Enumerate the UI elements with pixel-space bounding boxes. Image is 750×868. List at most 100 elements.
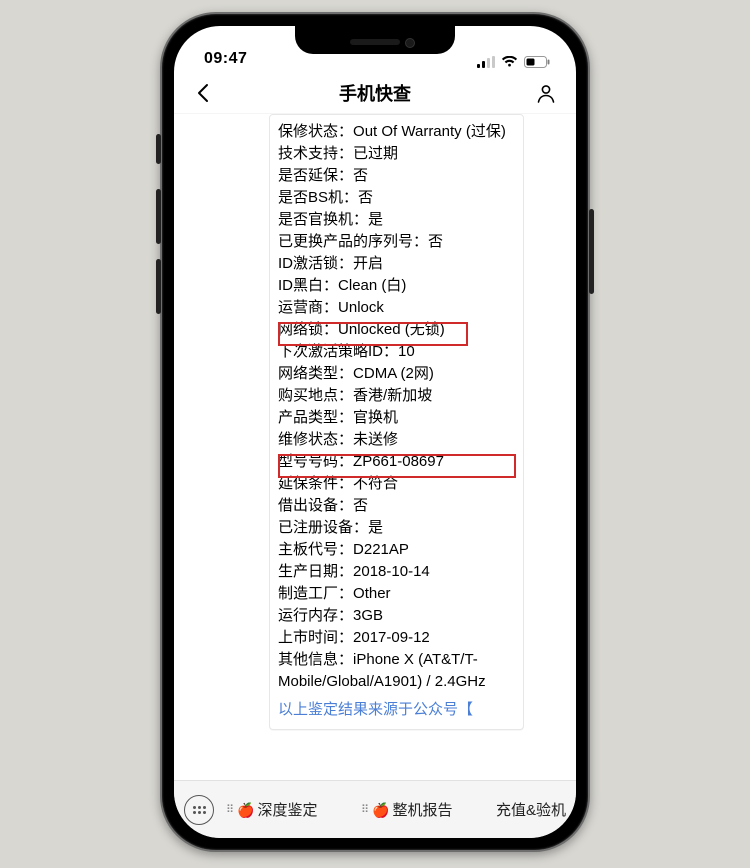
- action-label: 整机报告: [392, 799, 452, 820]
- separator: ：: [338, 453, 353, 470]
- report-label: 网络锁: [278, 321, 323, 338]
- report-row: 已更换产品的序列号：否: [278, 231, 515, 253]
- power-button: [589, 209, 594, 294]
- separator: ：: [323, 321, 338, 338]
- report-row: 是否延保：否: [278, 165, 515, 187]
- report-row: 运行内存：3GB: [278, 605, 515, 627]
- report-label: 购买地点: [278, 387, 338, 404]
- report-value: 是: [368, 211, 383, 228]
- report-label: 借出设备: [278, 497, 338, 514]
- separator: ：: [338, 167, 353, 184]
- separator: ：: [323, 299, 338, 316]
- report-value: ZP661-08697: [353, 453, 444, 470]
- report-label: 型号号码: [278, 453, 338, 470]
- report-row: 维修状态：未送修: [278, 429, 515, 451]
- report-value: 官换机: [353, 409, 398, 426]
- report-value: 3GB: [353, 607, 383, 624]
- keyboard-toggle-button[interactable]: [184, 795, 214, 825]
- report-value: Unlock: [338, 299, 384, 316]
- apple-icon: 🍎: [372, 803, 389, 817]
- report-value: 2018-10-14: [353, 563, 430, 580]
- report-row: 延保条件：不符合: [278, 473, 515, 495]
- report-label: 技术支持: [278, 145, 338, 162]
- separator: ：: [383, 343, 398, 360]
- report-row: 保修状态：Out Of Warranty (过保): [278, 121, 515, 143]
- report-value: Clean (白): [338, 277, 406, 294]
- report-value: 未送修: [353, 431, 398, 448]
- report-label: 制造工厂: [278, 585, 338, 602]
- report-row: 网络类型：CDMA (2网): [278, 363, 515, 385]
- report-row: 下次激活策略ID：10: [278, 341, 515, 363]
- report-row: 型号号码：ZP661-08697: [278, 451, 515, 473]
- report-label: 上市时间: [278, 629, 338, 646]
- action-deep-check[interactable]: ⠿ 🍎 深度鉴定: [226, 799, 318, 820]
- separator: ：: [338, 563, 353, 580]
- report-value: 开启: [353, 255, 383, 272]
- separator: ：: [338, 629, 353, 646]
- report-row: ID黑白：Clean (白): [278, 275, 515, 297]
- separator: ：: [338, 497, 353, 514]
- volume-up-button: [156, 189, 161, 244]
- action-label: 充值&验机: [496, 799, 566, 820]
- report-bubble: 保修状态：Out Of Warranty (过保)技术支持：已过期是否延保：否是…: [269, 114, 524, 730]
- separator: ：: [338, 607, 353, 624]
- separator: ：: [338, 255, 353, 272]
- report-row: 生产日期：2018-10-14: [278, 561, 515, 583]
- separator: ：: [338, 145, 353, 162]
- profile-button[interactable]: [532, 79, 560, 107]
- report-value: CDMA (2网): [353, 365, 434, 382]
- report-label: 已注册设备: [278, 519, 353, 536]
- mute-switch: [156, 134, 161, 164]
- status-icons: [477, 56, 550, 68]
- action-label: 深度鉴定: [258, 799, 318, 820]
- phone-frame: 09:47: [160, 12, 590, 852]
- report-row: 已注册设备：是: [278, 517, 515, 539]
- separator: ：: [338, 123, 353, 140]
- cellular-icon: [477, 56, 495, 68]
- report-value: 否: [353, 497, 368, 514]
- person-icon: [536, 83, 556, 103]
- status-time: 09:47: [204, 50, 247, 68]
- report-row: 是否BS机：否: [278, 187, 515, 209]
- action-full-report[interactable]: ⠿ 🍎 整机报告: [361, 799, 453, 820]
- back-button[interactable]: [188, 78, 218, 108]
- report-row: 其他信息：iPhone X (AT&T/T-Mobile/Global/A190…: [278, 649, 515, 693]
- report-value: 不符合: [353, 475, 398, 492]
- report-row: 主板代号：D221AP: [278, 539, 515, 561]
- report-label: 网络类型: [278, 365, 338, 382]
- battery-icon: [524, 56, 550, 68]
- report-label: ID黑白: [278, 277, 323, 294]
- report-value: Other: [353, 585, 391, 602]
- report-row: ID激活锁：开启: [278, 253, 515, 275]
- action-recharge-verify[interactable]: 充值&验机: [496, 799, 566, 820]
- separator: ：: [338, 431, 353, 448]
- bottom-bar: ⠿ 🍎 深度鉴定 ⠿ 🍎 整机报告 充值&验机: [174, 780, 576, 838]
- page-title: 手机快查: [339, 80, 411, 106]
- report-row: 是否官换机：是: [278, 209, 515, 231]
- separator: ：: [338, 365, 353, 382]
- report-value: Out Of Warranty (过保): [353, 123, 506, 140]
- report-label: ID激活锁: [278, 255, 338, 272]
- report-row: 技术支持：已过期: [278, 143, 515, 165]
- notch: [295, 26, 455, 54]
- report-row: 运营商：Unlock: [278, 297, 515, 319]
- report-label: 延保条件: [278, 475, 338, 492]
- volume-down-button: [156, 259, 161, 314]
- separator: ：: [338, 475, 353, 492]
- screen: 09:47: [174, 26, 576, 838]
- report-value: 否: [358, 189, 373, 206]
- separator: ：: [353, 211, 368, 228]
- report-label: 保修状态: [278, 123, 338, 140]
- report-value: 已过期: [353, 145, 398, 162]
- separator: ：: [338, 541, 353, 558]
- report-value: Unlocked (无锁): [338, 321, 445, 338]
- report-value: 10: [398, 343, 415, 360]
- separator: ：: [338, 409, 353, 426]
- content-area[interactable]: 保修状态：Out Of Warranty (过保)技术支持：已过期是否延保：否是…: [174, 114, 576, 780]
- separator: ：: [323, 277, 338, 294]
- report-label: 其他信息: [278, 651, 338, 668]
- separator: ：: [413, 233, 428, 250]
- keyboard-icon: [193, 806, 206, 814]
- report-footnote[interactable]: 以上鉴定结果来源于公众号【: [278, 699, 515, 721]
- report-label: 运营商: [278, 299, 323, 316]
